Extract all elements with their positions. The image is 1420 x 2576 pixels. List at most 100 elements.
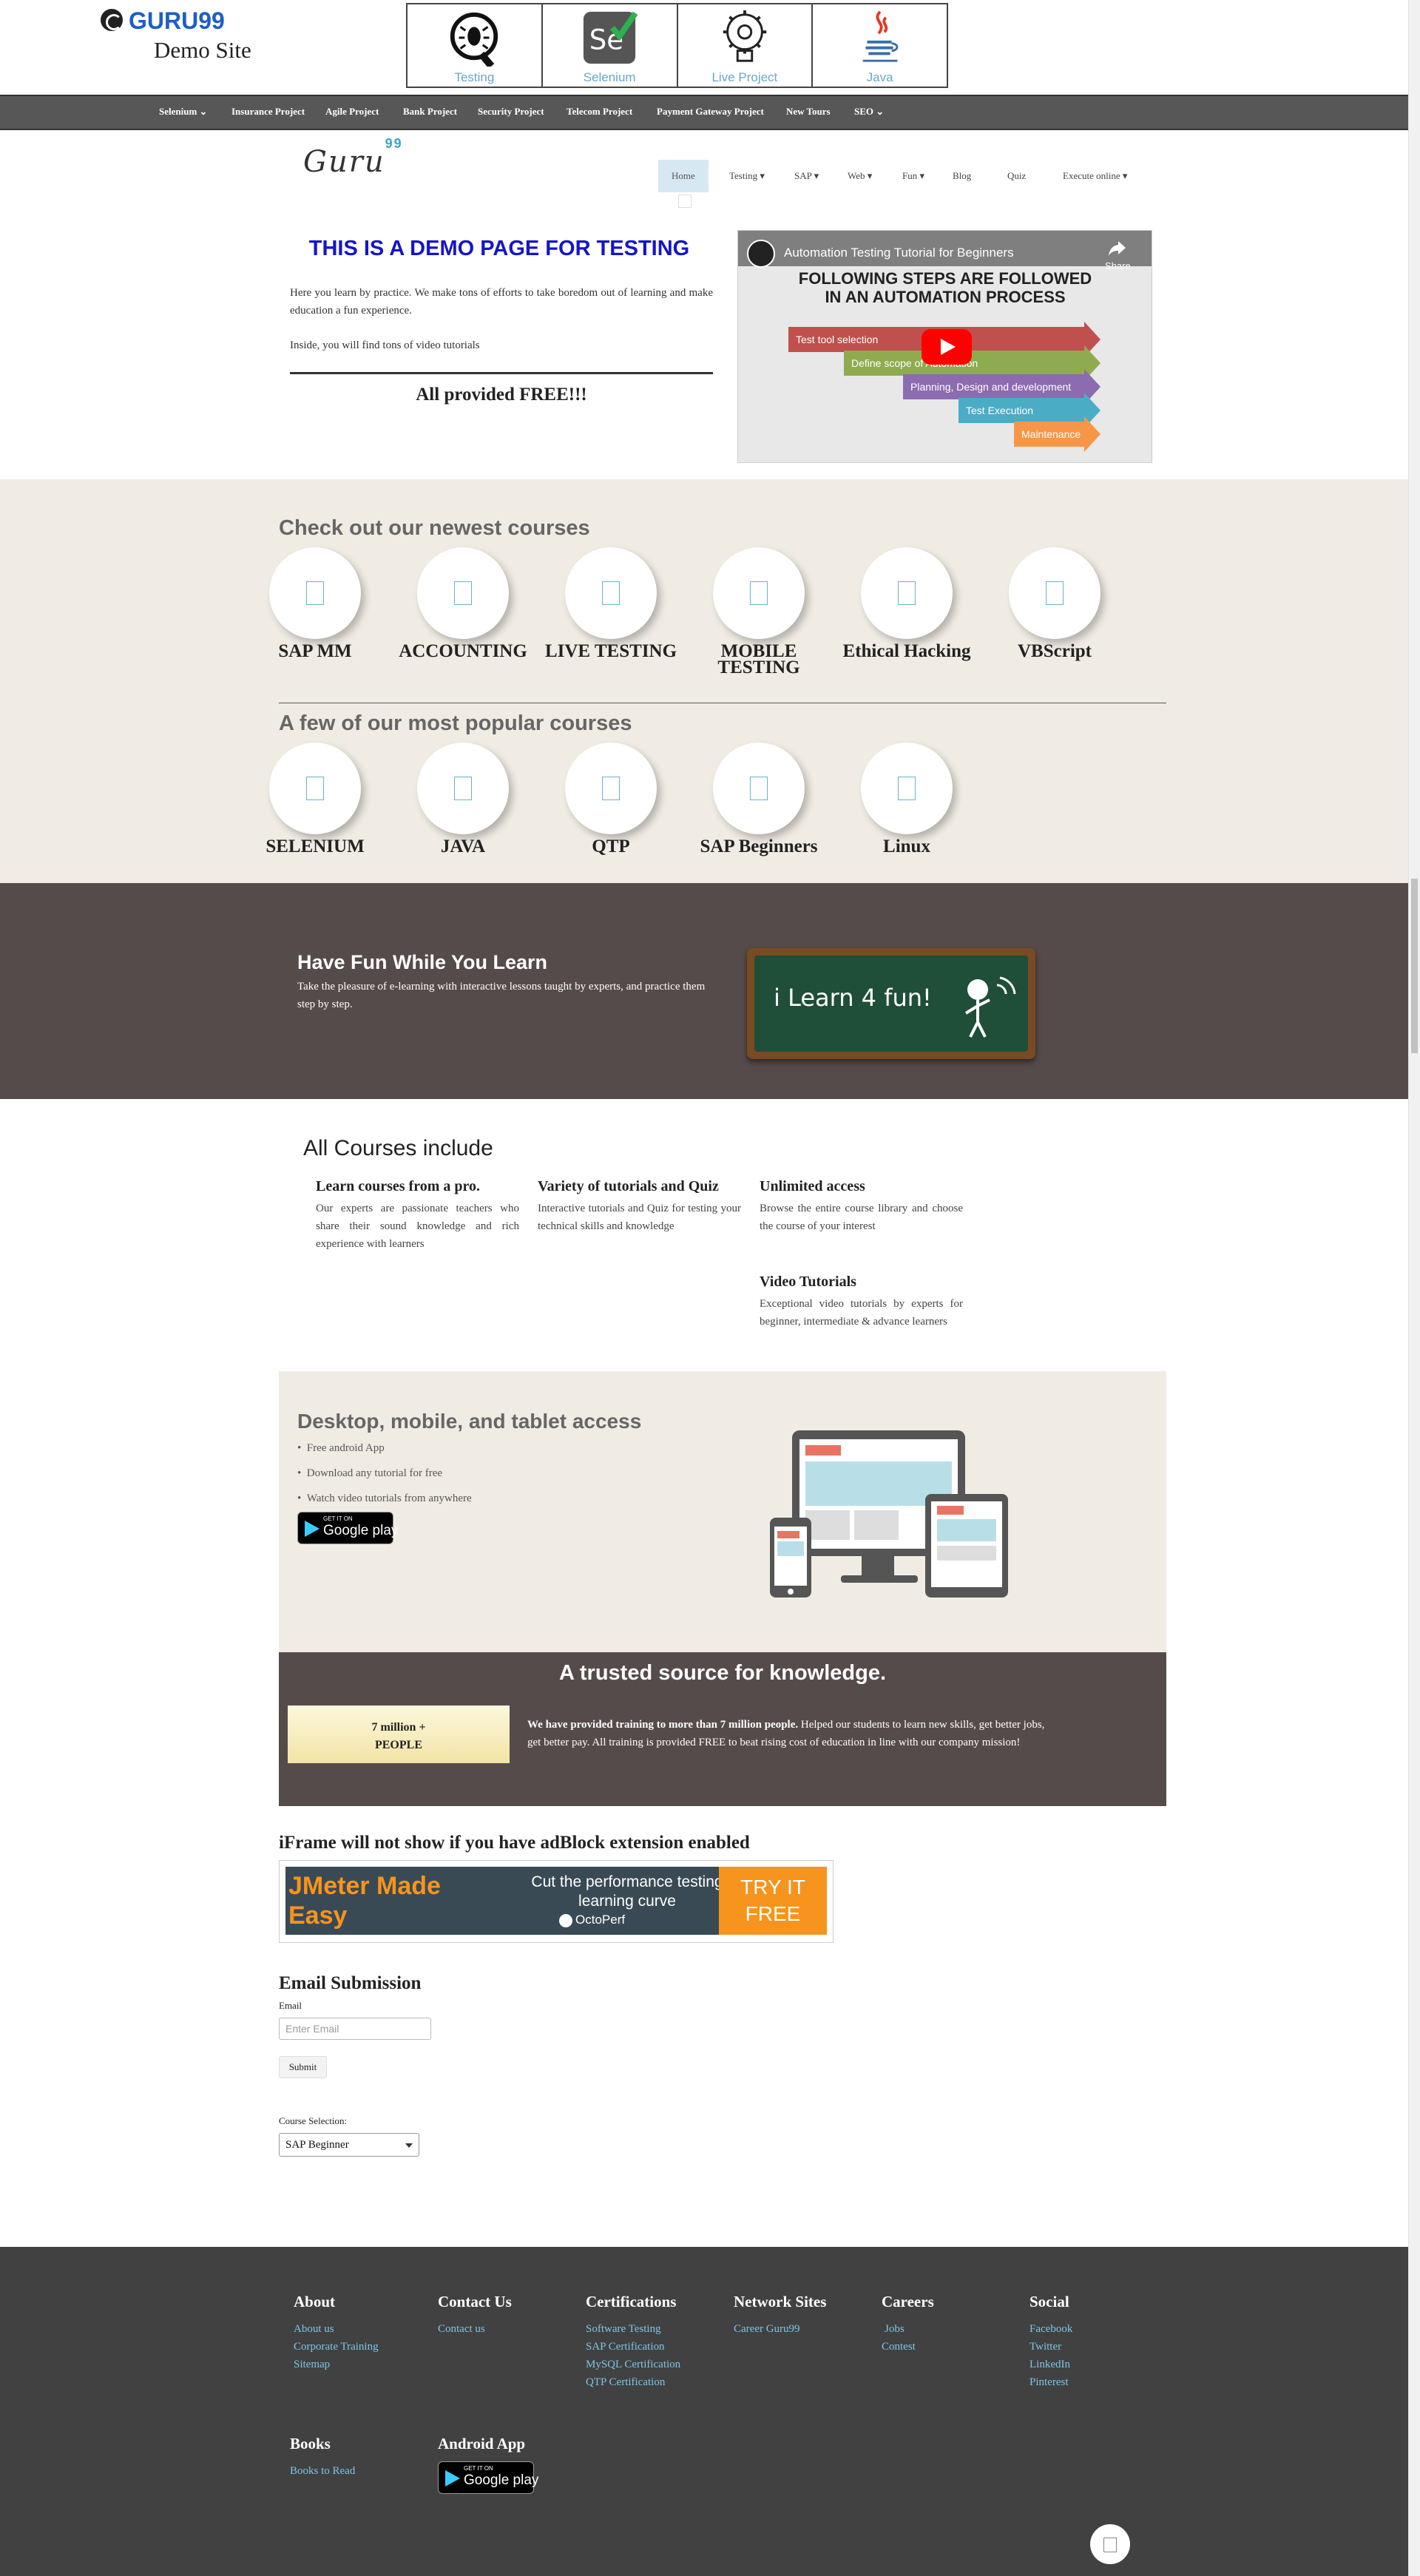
- courses-section: Check out our newest courses SAP MM ACCO…: [0, 479, 1408, 883]
- course-label[interactable]: Linux: [840, 837, 973, 856]
- banner-live-project[interactable]: Live Project: [678, 4, 814, 87]
- footer-col-certifications: Certifications Software Testing SAP Cert…: [586, 2293, 680, 2391]
- page-scrollbar[interactable]: [1408, 0, 1420, 2576]
- banner-java[interactable]: Java: [813, 4, 947, 87]
- twitter-link[interactable]: Twitter: [1030, 2338, 1072, 2356]
- footer-link[interactable]: Contact us: [438, 2320, 512, 2338]
- footer-link[interactable]: MySQL Certification: [586, 2356, 680, 2373]
- course-circle[interactable]: [269, 547, 361, 639]
- ad-cta-button[interactable]: TRY IT FREE: [719, 1867, 827, 1935]
- fun-heading: Have Fun While You Learn: [297, 951, 548, 973]
- category-banner: Testing Se Selenium Live Project Java: [406, 3, 948, 88]
- course-label[interactable]: QTP: [544, 837, 677, 856]
- course-label[interactable]: ACCOUNTING: [396, 642, 530, 660]
- iframe-heading: iFrame will not show if you have adBlock…: [279, 1833, 750, 1853]
- footer-col-title: Social: [1030, 2293, 1069, 2310]
- ad-headline-line: Easy: [288, 1901, 348, 1930]
- nav-item-insurance[interactable]: Insurance Project: [231, 106, 305, 118]
- course-icon: [602, 581, 620, 605]
- feature-unlimited: Unlimited access Browse the entire cours…: [760, 1178, 963, 1235]
- course-label[interactable]: SELENIUM: [248, 837, 382, 856]
- search-toggle-icon[interactable]: [678, 195, 692, 208]
- course-circle[interactable]: [713, 743, 805, 834]
- email-form-heading: Email Submission: [279, 1973, 422, 1993]
- ad-brand-text: OctoPerf: [575, 1913, 626, 1927]
- share-icon[interactable]: [1108, 240, 1127, 257]
- tab-home[interactable]: Home: [658, 160, 709, 192]
- course-label[interactable]: SAP MM: [248, 642, 382, 660]
- footer-google-play-badge[interactable]: GET IT ON Google play: [438, 2461, 538, 2494]
- course-label[interactable]: Ethical Hacking: [840, 642, 973, 660]
- youtube-video[interactable]: Automation Testing Tutorial for Beginner…: [737, 230, 1152, 463]
- guru-logo[interactable]: Guru99: [303, 136, 403, 179]
- footer-col-title: About: [294, 2293, 336, 2310]
- footer-link[interactable]: Sitemap: [294, 2356, 379, 2373]
- footer-link[interactable]: QTP Certification: [586, 2373, 680, 2391]
- scrollbar-thumb[interactable]: [1411, 879, 1418, 1053]
- facebook-link[interactable]: Facebook: [1030, 2320, 1072, 2338]
- footer-link[interactable]: Contest: [882, 2338, 934, 2356]
- course-icon: [750, 777, 768, 800]
- video-title[interactable]: Automation Testing Tutorial for Beginner…: [784, 246, 1014, 260]
- google-play-badge[interactable]: GET IT ON Google play: [297, 1512, 398, 1544]
- footer-link[interactable]: Jobs: [882, 2320, 934, 2338]
- bulb-gear-icon: [723, 10, 767, 62]
- course-circle[interactable]: [861, 547, 953, 639]
- course-circle[interactable]: [565, 743, 657, 834]
- nav-item-seo[interactable]: SEO ⌄: [854, 106, 884, 118]
- feature-text: Browse the entire course library and cho…: [760, 1203, 963, 1232]
- footer-link[interactable]: Books to Read: [290, 2462, 355, 2480]
- nav-item-selenium[interactable]: Selenium ⌄: [159, 106, 207, 118]
- submit-button[interactable]: Submit: [279, 2056, 327, 2078]
- footer-link[interactable]: SAP Certification: [586, 2338, 680, 2356]
- course-circle[interactable]: [1009, 547, 1100, 639]
- tab-web[interactable]: Web ▾: [848, 160, 872, 192]
- tab-execute-online[interactable]: Execute online ▾: [1063, 160, 1127, 192]
- course-circle[interactable]: [269, 743, 361, 834]
- ad-banner[interactable]: JMeter Made Easy Cut the performance test…: [285, 1867, 827, 1935]
- nav-item-security[interactable]: Security Project: [478, 106, 544, 118]
- devices-heading: Desktop, mobile, and tablet access: [297, 1410, 642, 1433]
- step-arrow: Planning, Design and development: [903, 369, 1100, 405]
- footer-col-title: Contact Us: [438, 2293, 512, 2310]
- nav-item-telecom[interactable]: Telecom Project: [567, 106, 632, 118]
- tab-testing[interactable]: Testing ▾: [729, 160, 765, 192]
- footer-link[interactable]: Corporate Training: [294, 2338, 379, 2356]
- banner-selenium[interactable]: Se Selenium: [543, 4, 678, 87]
- course-label[interactable]: VBScript: [988, 642, 1121, 660]
- banner-testing[interactable]: Testing: [408, 4, 543, 87]
- course-label[interactable]: LIVE TESTING: [544, 642, 677, 660]
- footer-link[interactable]: Software Testing: [586, 2320, 680, 2338]
- nav-item-payment[interactable]: Payment Gateway Project: [657, 106, 764, 118]
- email-field[interactable]: Enter Email: [279, 2018, 431, 2040]
- linkedin-link[interactable]: LinkedIn: [1030, 2356, 1072, 2373]
- ad-iframe[interactable]: JMeter Made Easy Cut the performance test…: [279, 1860, 834, 1943]
- tab-fun[interactable]: Fun ▾: [902, 160, 924, 192]
- trust-heading: A trusted source for knowledge.: [558, 1661, 887, 1685]
- badge-small-text: GET IT ON: [464, 2465, 493, 2472]
- course-label[interactable]: JAVA: [396, 837, 530, 856]
- trust-bold: We have provided training to more than 7…: [527, 1719, 799, 1731]
- course-circle[interactable]: [565, 547, 657, 639]
- footer-link[interactable]: Career Guru99: [734, 2320, 826, 2338]
- device-feature: • Watch video tutorials from anywhere: [297, 1492, 472, 1504]
- course-circle[interactable]: [417, 743, 509, 834]
- course-circle[interactable]: [713, 547, 805, 639]
- channel-avatar[interactable]: [747, 240, 775, 268]
- course-select[interactable]: SAP Beginner: [279, 2133, 419, 2157]
- footer-link[interactable]: About us: [294, 2320, 379, 2338]
- pinterest-link[interactable]: Pinterest: [1030, 2373, 1072, 2391]
- nav-item-bank[interactable]: Bank Project: [403, 106, 457, 118]
- course-label[interactable]: MOBILE TESTING: [692, 642, 825, 677]
- tab-sap[interactable]: SAP ▾: [794, 160, 819, 192]
- course-circle[interactable]: [861, 743, 953, 834]
- nav-item-agile[interactable]: Agile Project: [325, 106, 379, 118]
- back-to-top-button[interactable]: [1090, 2524, 1130, 2564]
- course-label[interactable]: SAP Beginners: [692, 837, 825, 856]
- course-circle[interactable]: [417, 547, 509, 639]
- nav-item-new-tours[interactable]: New Tours: [786, 106, 831, 118]
- tab-blog[interactable]: Blog: [953, 160, 971, 192]
- play-button[interactable]: [922, 329, 972, 365]
- tab-label: Testing: [729, 170, 758, 181]
- tab-quiz[interactable]: Quiz: [1007, 160, 1026, 192]
